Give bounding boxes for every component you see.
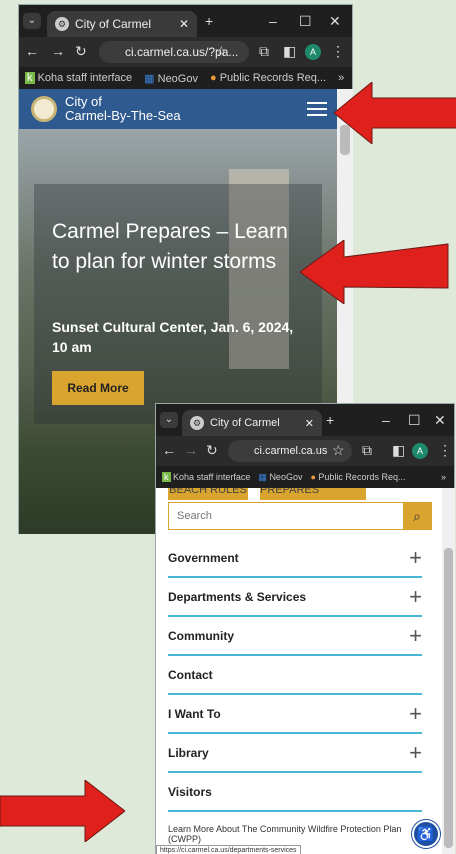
read-more-button[interactable]: Read More — [52, 371, 144, 405]
search-box: ⌕ — [168, 502, 432, 530]
tab-strip-2: ⌄ ⚙ City of Carmel ✕ + – ☐ ✕ — [156, 404, 454, 436]
favicon-icon: ⚙ — [190, 416, 204, 430]
new-tab-icon[interactable]: + — [326, 412, 334, 428]
expand-plus-icon[interactable]: + — [409, 701, 422, 727]
search-icon[interactable]: ⌕ — [403, 503, 431, 529]
beach-rules-button[interactable]: BEACH RULES — [168, 488, 248, 500]
minimize-icon[interactable]: – — [269, 13, 277, 29]
back-icon[interactable]: ← — [25, 43, 39, 59]
menu-kebab-icon[interactable]: ⋮ — [331, 43, 345, 60]
expand-plus-icon[interactable]: + — [409, 545, 422, 571]
page-content-2: BEACH RULES CARMEL PREPARES ⌕ Government… — [156, 488, 442, 854]
extensions-icon[interactable]: ⧉ — [259, 43, 269, 60]
menu-item-library[interactable]: Library + — [168, 735, 422, 773]
expand-plus-icon[interactable]: + — [409, 623, 422, 649]
hero-subtitle: Sunset Cultural Center, Jan. 6, 2024, 10… — [52, 319, 294, 355]
profile-avatar[interactable]: A — [305, 44, 321, 60]
bookmarks-bar-2: k Koha staff interface ▦ NeoGov ● Public… — [156, 466, 454, 488]
address-bar-row-2: ← → ↻ ci.carmel.ca.us ☆ ⧉ ◧ A ⋮ — [156, 436, 454, 466]
maximize-icon[interactable]: ☐ — [408, 412, 421, 429]
site-header: City of Carmel-By-The-Sea — [19, 89, 337, 129]
extensions-icon[interactable]: ⧉ — [362, 442, 372, 459]
menu-item-community[interactable]: Community + — [168, 618, 422, 656]
bookmark-koha[interactable]: k Koha staff interface — [162, 472, 250, 482]
bookmark-public-records[interactable]: ● Public Records Req... — [210, 72, 326, 84]
bookmark-star-icon[interactable]: ☆ — [332, 442, 345, 459]
hamburger-menu-icon[interactable] — [307, 98, 327, 120]
address-bar-row: ← → ↻ ci.carmel.ca.us/?pa... ☆ ⧉ ◧ A ⋮ — [19, 37, 352, 67]
back-icon[interactable]: ← — [162, 442, 176, 458]
maximize-icon[interactable]: ☐ — [299, 13, 312, 30]
bookmark-neogov[interactable]: ▦ NeoGov — [144, 72, 198, 85]
red-arrow-middle — [300, 240, 449, 304]
sidebar-icon[interactable]: ◧ — [283, 43, 296, 60]
bookmarks-bar: k Koha staff interface ▦ NeoGov ● Public… — [19, 67, 352, 89]
bookmark-star-icon[interactable]: ☆ — [215, 43, 228, 60]
status-url-bar: https://ci.carmel.ca.us/departments-serv… — [156, 845, 301, 854]
reload-icon[interactable]: ↻ — [206, 442, 218, 459]
menu-item-i-want-to[interactable]: I Want To + — [168, 696, 422, 734]
red-arrow-bottom — [0, 780, 125, 842]
site-name-line2: Carmel-By-The-Sea — [65, 108, 181, 123]
menu-kebab-icon[interactable]: ⋮ — [438, 442, 452, 459]
reload-icon[interactable]: ↻ — [75, 43, 87, 60]
menu-item-visitors[interactable]: Visitors — [168, 774, 422, 812]
page-scrollbar-2[interactable] — [442, 488, 455, 854]
hero-title: Carmel Prepares – Learn to plan for wint… — [52, 220, 288, 273]
tab-title: City of Carmel — [75, 17, 152, 31]
menu-item-contact[interactable]: Contact — [168, 657, 422, 695]
menu-item-government[interactable]: Government + — [168, 540, 422, 578]
menu-item-departments-services[interactable]: Departments & Services + — [168, 579, 422, 617]
site-name-line1: City of — [65, 94, 102, 109]
tab-list-icon[interactable]: ⌄ — [23, 13, 41, 29]
favicon-icon: ⚙ — [55, 17, 69, 31]
accessibility-icon[interactable]: ♿ — [412, 820, 440, 848]
tab-city-of-carmel[interactable]: ⚙ City of Carmel ✕ — [47, 11, 197, 37]
tab-city-of-carmel-2[interactable]: ⚙ City of Carmel ✕ — [182, 410, 322, 436]
new-tab-icon[interactable]: + — [205, 13, 213, 29]
tab-strip: ⌄ ⚙ City of Carmel ✕ + – ☐ ✕ — [19, 5, 352, 37]
bookmark-koha[interactable]: k Koha staff interface — [25, 72, 132, 84]
tab-list-icon[interactable]: ⌄ — [160, 412, 178, 428]
carmel-prepares-button[interactable]: CARMEL PREPARES — [260, 488, 366, 500]
tab-close-icon[interactable]: ✕ — [179, 17, 189, 31]
browser-window-front: ⌄ ⚙ City of Carmel ✕ + – ☐ ✕ ← → ↻ ci.ca… — [155, 403, 455, 854]
close-window-icon[interactable]: ✕ — [329, 13, 341, 30]
sidebar-icon[interactable]: ◧ — [392, 442, 405, 459]
expand-plus-icon[interactable]: + — [409, 740, 422, 766]
tab-close-icon[interactable]: ✕ — [305, 417, 314, 430]
forward-icon[interactable]: → — [51, 43, 65, 59]
expand-plus-icon[interactable]: + — [409, 584, 422, 610]
profile-avatar[interactable]: A — [412, 443, 428, 459]
bookmarks-overflow-icon[interactable]: » — [441, 472, 454, 482]
forward-icon[interactable]: → — [184, 442, 198, 458]
close-window-icon[interactable]: ✕ — [434, 412, 446, 429]
search-input[interactable] — [169, 503, 403, 529]
bookmark-public-records[interactable]: ● Public Records Req... — [310, 472, 405, 482]
city-seal-logo[interactable] — [31, 96, 57, 122]
cwpp-link[interactable]: Learn More About The Community Wildfire … — [168, 824, 408, 844]
red-arrow-top — [334, 82, 456, 144]
bookmark-neogov[interactable]: ▦ NeoGov — [258, 472, 302, 483]
minimize-icon[interactable]: – — [382, 412, 390, 428]
